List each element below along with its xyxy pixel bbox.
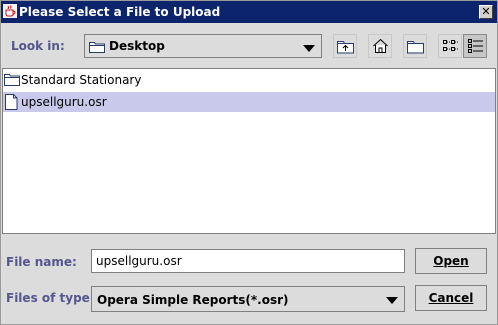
up-folder-icon (337, 41, 354, 54)
chevron-down-icon (303, 45, 315, 52)
look-in-label: Look in: (11, 39, 65, 53)
file-name-text: upsellguru.osr (21, 95, 107, 109)
new-folder-icon (407, 41, 424, 54)
home-icon (373, 38, 388, 53)
java-cup-icon (3, 4, 17, 18)
file-name-field[interactable] (91, 249, 405, 273)
cancel-button[interactable]: Cancel (415, 285, 487, 311)
details-view-button[interactable] (463, 34, 487, 58)
window-title: Please Select a File to Upload (19, 5, 221, 19)
list-view-button[interactable] (438, 34, 462, 58)
close-button[interactable]: ✕ (479, 5, 493, 19)
details-view-icon (468, 39, 483, 53)
file-chooser-dialog: Please Select a File to Upload ✕ Look in… (0, 0, 498, 325)
file-name-text: Standard Stationary (21, 73, 142, 87)
look-in-combo[interactable]: Desktop (84, 34, 322, 58)
files-of-type-combo[interactable]: Opera Simple Reports(*.osr) (91, 286, 405, 312)
home-button[interactable] (368, 34, 392, 58)
list-item[interactable]: upsellguru.osr (3, 92, 495, 112)
chevron-down-icon (386, 297, 398, 304)
file-name-label: File name: (6, 255, 77, 269)
new-folder-button[interactable] (403, 34, 427, 58)
file-list[interactable]: Standard Stationary upsellguru.osr (2, 68, 496, 234)
folder-icon (4, 74, 20, 86)
up-one-level-button[interactable] (333, 34, 357, 58)
close-icon: ✕ (481, 5, 491, 18)
files-of-type-label: Files of type: (6, 291, 95, 305)
open-button[interactable]: Open (415, 248, 487, 274)
folder-icon (89, 42, 105, 53)
title-bar[interactable]: Please Select a File to Upload ✕ (1, 1, 497, 23)
list-view-icon (443, 40, 458, 51)
list-item[interactable]: Standard Stationary (3, 70, 495, 90)
files-of-type-value: Opera Simple Reports(*.osr) (97, 293, 289, 307)
look-in-value: Desktop (109, 39, 165, 53)
file-icon (5, 94, 18, 110)
